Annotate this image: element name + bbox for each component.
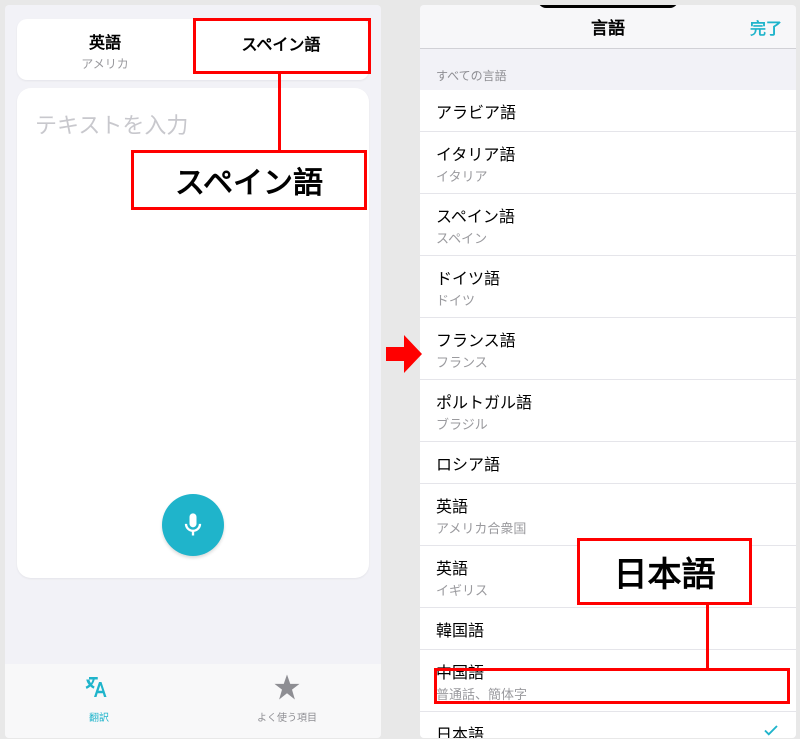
language-region: フランス — [436, 352, 780, 371]
language-row[interactable]: ロシア語 — [420, 442, 796, 484]
callout-label-spanish: スペイン語 — [131, 150, 367, 210]
section-header-all: すべての言語 — [420, 49, 796, 90]
tab-translate[interactable]: 翻訳 — [5, 664, 193, 738]
language-row[interactable]: ポルトガル語ブラジル — [420, 380, 796, 442]
connector-line — [278, 74, 281, 153]
language-name: アラビア語 — [436, 99, 780, 123]
language-region: アメリカ合衆国 — [436, 518, 780, 537]
language-row[interactable]: 日本語 — [420, 712, 796, 738]
language-name: 日本語 — [436, 721, 780, 738]
highlight-japanese-row — [434, 668, 790, 704]
connector-line — [706, 605, 709, 668]
star-icon — [272, 672, 302, 707]
language-row[interactable]: スペイン語スペイン — [420, 194, 796, 256]
language-name: スペイン語 — [436, 203, 780, 227]
navigation-bar: 言語 完了 — [420, 5, 796, 49]
language-name: ロシア語 — [436, 451, 780, 475]
translate-app-screen: 英語 アメリカ スペイン語 テキストを入力 翻訳 よく使う項目 — [5, 5, 381, 738]
language-name: 韓国語 — [436, 617, 780, 641]
device-notch — [538, 5, 678, 8]
done-button[interactable]: 完了 — [750, 15, 782, 39]
translate-icon — [84, 672, 114, 707]
callout-label-japanese: 日本語 — [577, 538, 752, 605]
language-list[interactable]: アラビア語イタリア語イタリアスペイン語スペインドイツ語ドイツフランス語フランスポ… — [420, 90, 796, 738]
language-row[interactable]: 英語アメリカ合衆国 — [420, 484, 796, 546]
tab-bar: 翻訳 よく使う項目 — [5, 664, 381, 738]
language-row[interactable]: 韓国語 — [420, 608, 796, 650]
nav-title: 言語 — [591, 14, 625, 39]
language-region: ドイツ — [436, 290, 780, 309]
microphone-button[interactable] — [162, 494, 224, 556]
language-row[interactable]: ドイツ語ドイツ — [420, 256, 796, 318]
source-language-region: アメリカ — [17, 55, 193, 72]
tab-favorites[interactable]: よく使う項目 — [193, 664, 381, 738]
language-name: ドイツ語 — [436, 265, 780, 289]
language-name: 英語 — [436, 493, 780, 517]
microphone-icon — [179, 511, 207, 539]
language-list-screen: 言語 完了 すべての言語 アラビア語イタリア語イタリアスペイン語スペインドイツ語… — [420, 5, 796, 738]
tab-favorites-label: よく使う項目 — [257, 709, 317, 724]
highlight-target-language — [193, 18, 371, 74]
language-row[interactable]: イタリア語イタリア — [420, 132, 796, 194]
language-region: ブラジル — [436, 414, 780, 433]
source-language-button[interactable]: 英語 アメリカ — [17, 19, 193, 80]
language-name: イタリア語 — [436, 141, 780, 165]
language-name: ポルトガル語 — [436, 389, 780, 413]
language-region: イタリア — [436, 166, 780, 185]
language-row[interactable]: フランス語フランス — [420, 318, 796, 380]
language-row[interactable]: アラビア語 — [420, 90, 796, 132]
arrow-icon — [386, 335, 422, 373]
language-name: フランス語 — [436, 327, 780, 351]
checkmark-icon — [762, 721, 780, 738]
source-language-label: 英語 — [17, 29, 193, 53]
language-region: スペイン — [436, 228, 780, 247]
tab-translate-label: 翻訳 — [89, 709, 109, 724]
